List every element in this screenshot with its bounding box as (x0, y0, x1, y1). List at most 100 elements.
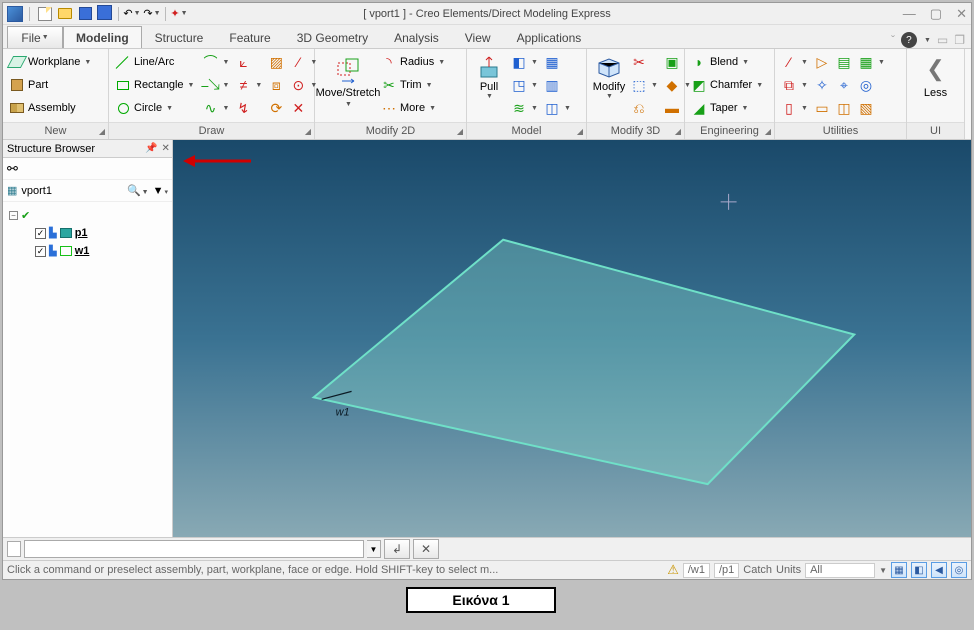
chamfer-button[interactable]: ◩Chamfer▼ (689, 74, 765, 96)
draw-tool-2[interactable]: ⎯↘▼ (200, 74, 231, 96)
draw-tool-5[interactable]: ≠▼ (233, 74, 264, 96)
model-tool-4[interactable]: ▦ (542, 51, 573, 73)
tab-3d-geometry[interactable]: 3D Geometry (284, 26, 381, 48)
draw-tool-3[interactable]: ∿▼ (200, 97, 231, 119)
status-filter-select[interactable]: All (805, 563, 875, 578)
structure-browser-title: Structure Browser (7, 143, 95, 155)
tab-modeling[interactable]: Modeling (63, 26, 142, 48)
m3d-tool-3[interactable]: ⎌ (629, 97, 660, 119)
util-12[interactable]: ▧ (856, 97, 887, 119)
tree-item-p1[interactable]: ✓ ▙ p1 (35, 224, 166, 242)
model-tool-6[interactable]: ◫▼ (542, 97, 573, 119)
table-icon[interactable]: ▦ (7, 184, 17, 197)
util-3[interactable]: ▯▼ (779, 97, 810, 119)
ribbon-caret-icon[interactable]: ˇ (891, 33, 895, 47)
save-all-button[interactable] (96, 5, 114, 23)
ribbon-opts-icon[interactable]: ❐ (954, 33, 965, 47)
title-bar: ↶▼ ↷▼ ✦▼ [ vport1 ] - Creo Elements/Dire… (3, 3, 971, 25)
save-button[interactable] (76, 5, 94, 23)
part-icon (60, 228, 72, 238)
status-units[interactable]: Units (776, 564, 801, 576)
new-workplane-button[interactable]: Workplane▼ (7, 51, 93, 73)
warning-icon[interactable]: ⚠ (667, 562, 679, 578)
tab-feature[interactable]: Feature (216, 26, 283, 48)
more-2d-button[interactable]: ⋯More▼ (379, 97, 447, 119)
close-button[interactable]: ✕ (956, 6, 967, 22)
status-view-3[interactable]: ◀ (931, 562, 947, 578)
group-label-new: New (44, 125, 66, 137)
model-tool-3[interactable]: ≋▼ (509, 97, 540, 119)
status-workplane[interactable]: /w1 (683, 563, 710, 578)
tree-item-w1[interactable]: ✓ ▙ w1 (35, 242, 166, 260)
cmd-selector[interactable] (7, 541, 21, 557)
util-10[interactable]: ▦▼ (856, 51, 887, 73)
cancel-button[interactable]: ✕ (413, 539, 439, 559)
model-tool-2[interactable]: ◳▼ (509, 74, 540, 96)
minimize-button[interactable]: — (903, 6, 916, 22)
util-7[interactable]: ▤ (834, 51, 854, 73)
collapse-icon[interactable]: − (9, 211, 18, 220)
util-2[interactable]: ⧉▼ (779, 74, 810, 96)
move-stretch-button[interactable]: Move/Stretch▼ (319, 51, 377, 110)
m3d-tool-1[interactable]: ✂ (629, 51, 660, 73)
taper-button[interactable]: ◢Taper▼ (689, 97, 765, 119)
less-button[interactable]: ❮ Less (911, 51, 960, 101)
radius-button[interactable]: ◝Radius▼ (379, 51, 447, 73)
filter-icon[interactable]: ▼▾ (153, 185, 168, 197)
status-part[interactable]: /p1 (714, 563, 739, 578)
util-4[interactable]: ▷ (812, 51, 832, 73)
util-6[interactable]: ▭ (812, 97, 832, 119)
blend-button[interactable]: ◗Blend▼ (689, 51, 765, 73)
panel-close-icon[interactable]: ✕ (161, 143, 169, 154)
new-file-button[interactable] (36, 5, 54, 23)
util-8[interactable]: ⌖ (834, 74, 854, 96)
model-tool-5[interactable]: ▥ (542, 74, 573, 96)
panel-pin-icon[interactable]: 📌 (145, 143, 157, 154)
pull-button[interactable]: Pull▼ (471, 51, 507, 102)
status-view-4[interactable]: ◎ (951, 562, 967, 578)
enter-button[interactable]: ↲ (384, 539, 410, 559)
tool-button[interactable]: ✦▼ (170, 5, 188, 23)
3d-viewport[interactable]: w1 (173, 140, 971, 537)
modify-3d-button[interactable]: Modify▼ (591, 51, 627, 102)
tab-analysis[interactable]: Analysis (381, 26, 452, 48)
util-5[interactable]: ✧ (812, 74, 832, 96)
command-input[interactable] (24, 540, 364, 558)
undo-button[interactable]: ↶▼ (123, 5, 141, 23)
open-file-button[interactable] (56, 5, 74, 23)
m3d-tool-2[interactable]: ⬚▼ (629, 74, 660, 96)
draw-tool-6[interactable]: ↯ (233, 97, 264, 119)
util-1[interactable]: ⁄▼ (779, 51, 810, 73)
new-assembly-button[interactable]: Assembly (7, 97, 93, 119)
tree-mode-icon[interactable]: ⚯ (7, 161, 18, 177)
util-9[interactable]: ◫ (834, 97, 854, 119)
checkbox-p1[interactable]: ✓ (35, 228, 46, 239)
help-button[interactable]: ? (901, 32, 917, 48)
circle-button[interactable]: Circle▼ (113, 97, 196, 119)
util-11[interactable]: ◎ (856, 74, 887, 96)
draw-tool-8[interactable]: ⧈ (266, 74, 286, 96)
status-view-1[interactable]: ▦ (891, 562, 907, 578)
redo-button[interactable]: ↷▼ (143, 5, 161, 23)
tab-structure[interactable]: Structure (142, 26, 217, 48)
tab-view[interactable]: View (452, 26, 504, 48)
checkbox-w1[interactable]: ✓ (35, 246, 46, 257)
maximize-button[interactable]: ▢ (930, 6, 942, 22)
line-arc-button[interactable]: Line/Arc (113, 51, 196, 73)
tree-label-p1: p1 (75, 227, 88, 239)
tab-file[interactable]: File ▼ (7, 26, 63, 48)
draw-tool-7[interactable]: ▨ (266, 51, 286, 73)
search-icon[interactable]: 🔍▼ (127, 184, 149, 197)
trim-button[interactable]: ✂Trim▼ (379, 74, 447, 96)
draw-tool-4[interactable]: ⟀ (233, 51, 264, 73)
ribbon-min-icon[interactable]: ▭ (937, 33, 948, 47)
model-tool-1[interactable]: ◧▼ (509, 51, 540, 73)
status-view-2[interactable]: ◧ (911, 562, 927, 578)
draw-tool-1[interactable]: ⌒▼ (200, 51, 231, 73)
status-catch[interactable]: Catch (743, 564, 772, 576)
command-dropdown[interactable]: ▼ (367, 540, 381, 558)
tab-applications[interactable]: Applications (504, 26, 595, 48)
draw-tool-9[interactable]: ⟳ (266, 97, 286, 119)
new-part-button[interactable]: Part (7, 74, 93, 96)
rectangle-button[interactable]: Rectangle▼ (113, 74, 196, 96)
